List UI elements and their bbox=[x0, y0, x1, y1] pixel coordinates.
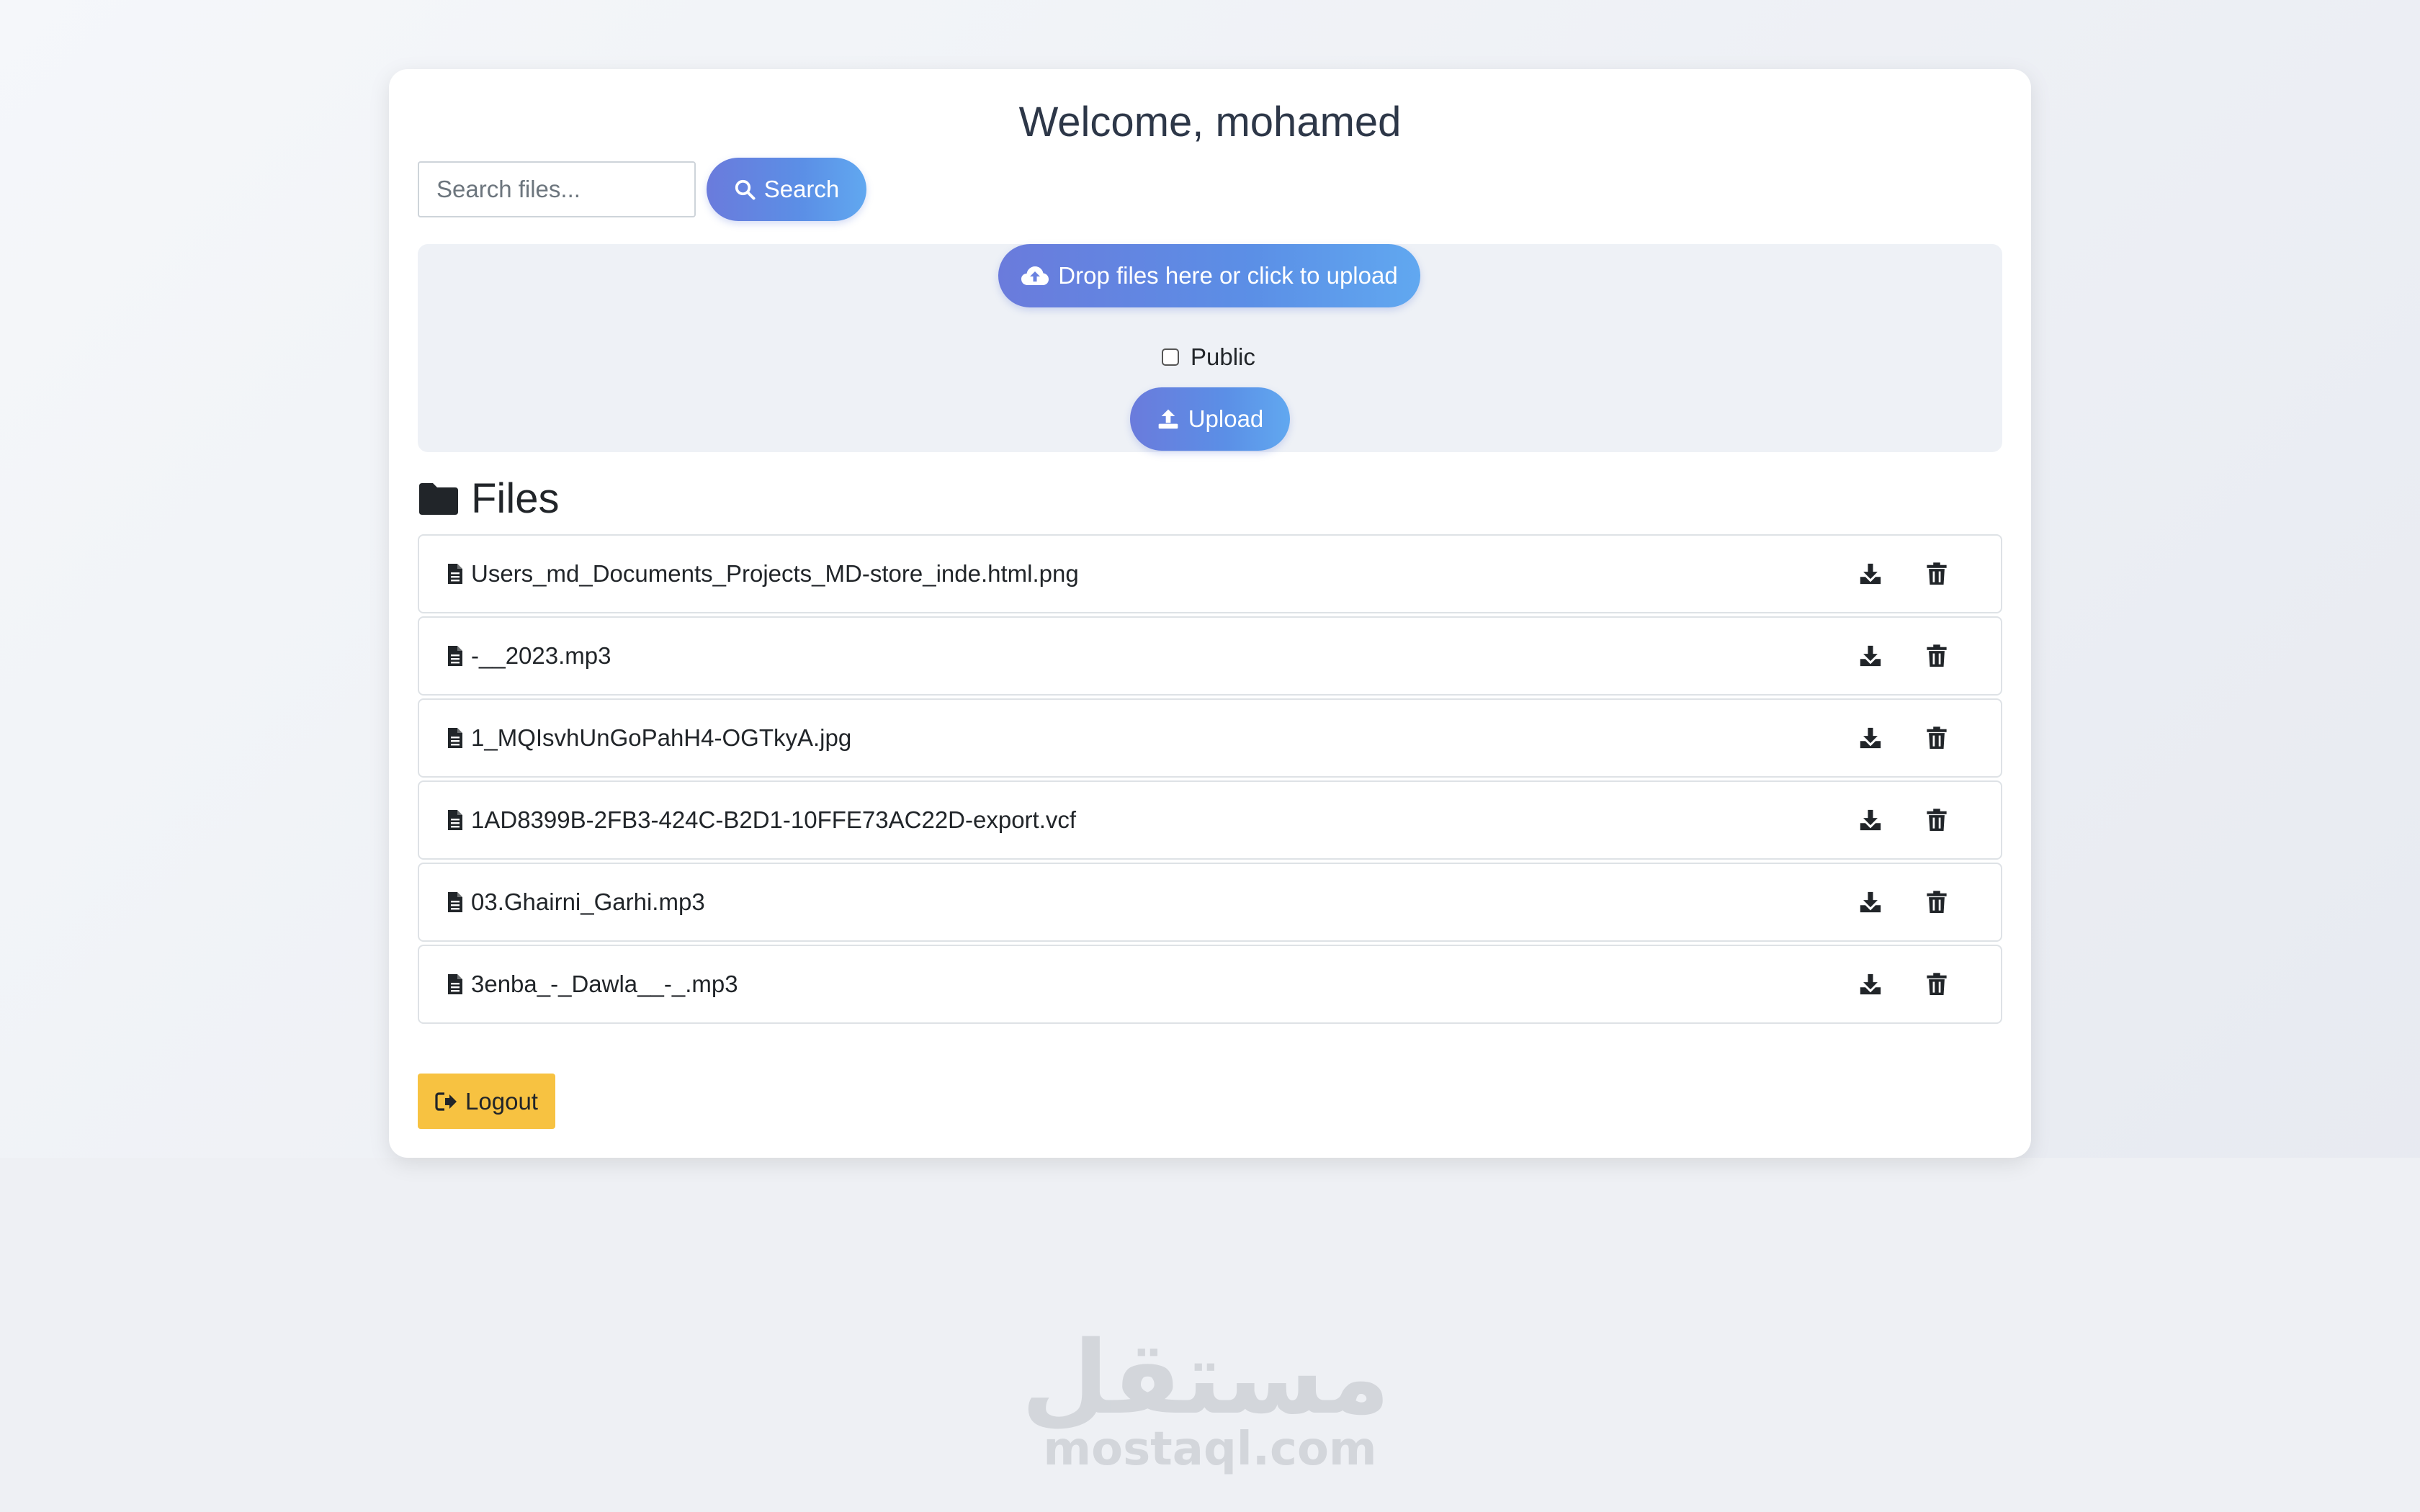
file-icon bbox=[448, 892, 462, 912]
mostaql-watermark: مستقل mostaql.com bbox=[1021, 1320, 1390, 1490]
file-name-group: Users_md_Documents_Projects_MD-store_ind… bbox=[447, 560, 1079, 588]
file-icon bbox=[448, 810, 462, 830]
file-name: 03.Ghairni_Garhi.mp3 bbox=[471, 888, 705, 915]
search-input[interactable] bbox=[418, 161, 696, 217]
trash-icon[interactable] bbox=[1921, 804, 1953, 836]
logout-button[interactable]: Logout bbox=[418, 1074, 555, 1129]
folder-icon bbox=[419, 483, 458, 515]
trash-icon[interactable] bbox=[1921, 640, 1953, 672]
download-icon[interactable] bbox=[1855, 722, 1886, 754]
page-title: Welcome, mohamed bbox=[1018, 99, 1402, 145]
search-button[interactable]: Search bbox=[707, 158, 866, 221]
file-name: -__2023.mp3 bbox=[471, 642, 611, 669]
download-icon[interactable] bbox=[1855, 558, 1886, 590]
file-name: 3enba_-_Dawla__-_.mp3 bbox=[471, 971, 738, 997]
drop-files-label: Drop files here or click to upload bbox=[1058, 262, 1398, 289]
search-icon bbox=[735, 179, 756, 200]
file-name: 1AD8399B-2FB3-424C-B2D1-10FFE73AC22D-exp… bbox=[471, 806, 1077, 833]
download-icon[interactable] bbox=[1855, 640, 1886, 672]
file-row: Users_md_Documents_Projects_MD-store_ind… bbox=[418, 534, 2002, 613]
file-name-group: 1AD8399B-2FB3-424C-B2D1-10FFE73AC22D-exp… bbox=[447, 806, 1076, 834]
trash-icon[interactable] bbox=[1921, 558, 1953, 590]
file-icon bbox=[448, 646, 462, 666]
public-label: Public bbox=[1191, 343, 1255, 370]
public-option[interactable]: Public bbox=[1162, 343, 1255, 371]
cloud-upload-icon bbox=[1021, 266, 1049, 285]
upload-button-label: Upload bbox=[1188, 405, 1264, 432]
trash-icon[interactable] bbox=[1921, 722, 1953, 754]
file-row: 03.Ghairni_Garhi.mp3 bbox=[418, 863, 2002, 942]
logout-label: Logout bbox=[465, 1087, 538, 1115]
watermark-arabic: مستقل bbox=[1021, 1320, 1390, 1437]
file-name-group: 3enba_-_Dawla__-_.mp3 bbox=[447, 971, 738, 998]
download-icon[interactable] bbox=[1855, 804, 1886, 836]
files-heading-label: Files bbox=[471, 475, 560, 522]
sign-out-icon bbox=[435, 1092, 457, 1111]
file-icon bbox=[448, 728, 462, 748]
file-name-group: 1_MQIsvhUnGoPahH4-OGTkyA.jpg bbox=[447, 724, 851, 752]
file-name-group: -__2023.mp3 bbox=[447, 642, 611, 670]
file-icon bbox=[448, 564, 462, 584]
file-list: Users_md_Documents_Projects_MD-store_ind… bbox=[418, 534, 2002, 1027]
file-row: -__2023.mp3 bbox=[418, 616, 2002, 696]
file-icon bbox=[448, 974, 462, 994]
public-checkbox[interactable] bbox=[1162, 348, 1179, 366]
upload-icon bbox=[1158, 409, 1178, 429]
upload-button[interactable]: Upload bbox=[1130, 387, 1290, 451]
files-heading: Files bbox=[418, 472, 559, 526]
search-button-label: Search bbox=[763, 176, 840, 202]
download-icon[interactable] bbox=[1855, 968, 1886, 1000]
file-name-group: 03.Ghairni_Garhi.mp3 bbox=[447, 888, 705, 916]
trash-icon[interactable] bbox=[1921, 968, 1953, 1000]
file-name: Users_md_Documents_Projects_MD-store_ind… bbox=[471, 560, 1079, 587]
watermark-latin: mostaql.com bbox=[1043, 1423, 1377, 1476]
trash-icon[interactable] bbox=[1921, 886, 1953, 918]
file-row: 1_MQIsvhUnGoPahH4-OGTkyA.jpg bbox=[418, 698, 2002, 778]
drop-files-button[interactable]: Drop files here or click to upload bbox=[998, 244, 1420, 307]
file-row: 1AD8399B-2FB3-424C-B2D1-10FFE73AC22D-exp… bbox=[418, 780, 2002, 860]
file-row: 3enba_-_Dawla__-_.mp3 bbox=[418, 945, 2002, 1024]
file-name: 1_MQIsvhUnGoPahH4-OGTkyA.jpg bbox=[471, 724, 852, 751]
download-icon[interactable] bbox=[1855, 886, 1886, 918]
